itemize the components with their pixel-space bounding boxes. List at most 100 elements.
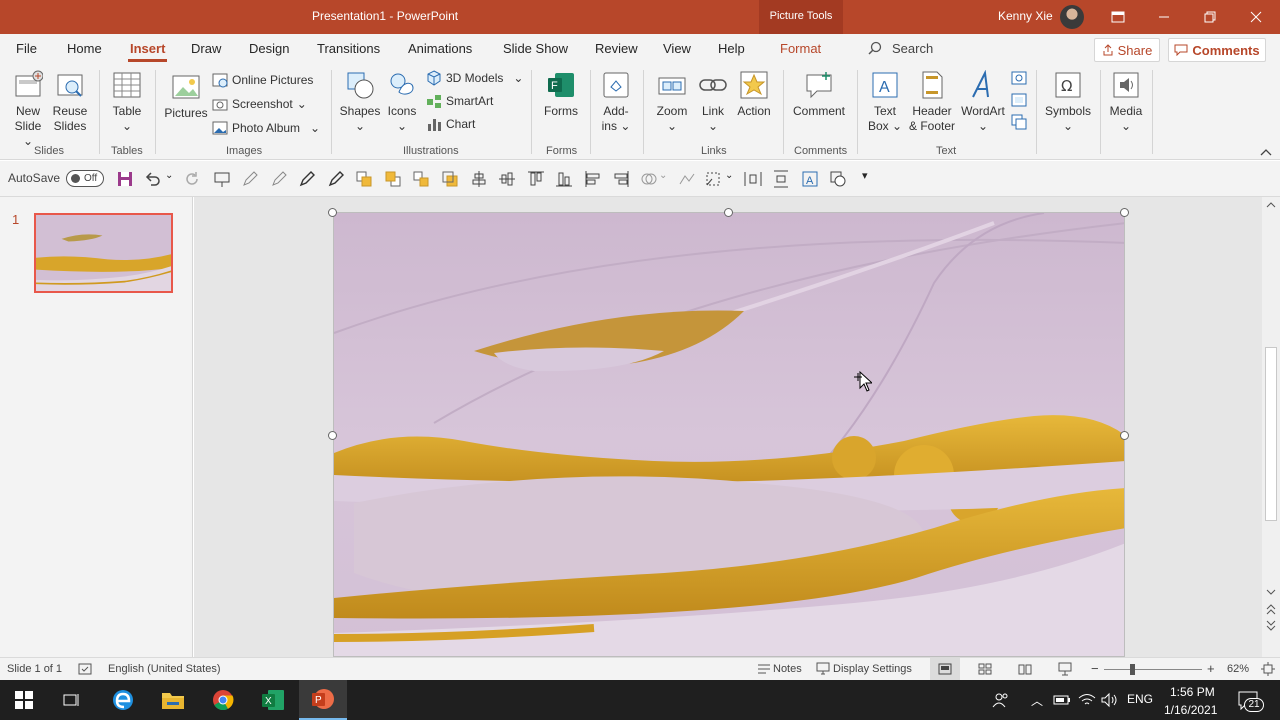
align-top-icon[interactable] — [527, 170, 545, 188]
icons-button[interactable]: Icons ⌄ — [385, 70, 419, 134]
symbols-button[interactable]: Ω Symbols ⌄ — [1042, 70, 1094, 134]
clock-date[interactable]: 1/16/2021 — [1164, 703, 1217, 717]
wifi-icon[interactable] — [1078, 692, 1096, 708]
comments-button[interactable]: Comments — [1168, 38, 1266, 62]
zoom-level[interactable]: 62% — [1227, 663, 1249, 675]
tab-design[interactable]: Design — [249, 41, 289, 56]
task-view-button[interactable] — [48, 680, 96, 720]
restore-button[interactable] — [1187, 0, 1233, 34]
merge-shapes-icon[interactable] — [640, 170, 658, 188]
tab-review[interactable]: Review — [595, 41, 638, 56]
resize-handle-top[interactable] — [724, 208, 733, 217]
zoom-in-icon[interactable]: + — [1207, 661, 1215, 676]
pictures-button[interactable]: Pictures — [164, 72, 208, 121]
group-objects-icon[interactable] — [412, 170, 430, 188]
resize-handle-top-right[interactable] — [1120, 208, 1129, 217]
next-slide-icon[interactable] — [1266, 620, 1276, 632]
slide-sorter-icon[interactable] — [978, 663, 992, 675]
tab-view[interactable]: View — [663, 41, 691, 56]
chevron-down-icon[interactable]: ⌄ — [725, 170, 733, 181]
taskbar-excel[interactable]: X — [249, 680, 297, 720]
scroll-down-icon[interactable] — [1266, 588, 1276, 596]
notes-icon[interactable] — [757, 663, 771, 675]
clock-time[interactable]: 1:56 PM — [1170, 685, 1215, 699]
undo-icon[interactable] — [144, 170, 162, 188]
pencil-icon[interactable] — [270, 170, 288, 188]
insert-textbox-icon[interactable]: A — [801, 170, 819, 188]
new-slide-button[interactable]: New Slide ⌄ — [8, 70, 48, 149]
language-indicator[interactable]: English (United States) — [108, 663, 221, 675]
slide-number-icon[interactable] — [1011, 92, 1027, 108]
taskbar-file-explorer[interactable] — [149, 680, 197, 720]
tab-transitions[interactable]: Transitions — [317, 41, 380, 56]
scroll-up-icon[interactable] — [1266, 201, 1276, 209]
autosave-toggle[interactable]: Off — [66, 170, 104, 187]
taskbar-powerpoint[interactable]: P — [299, 680, 347, 720]
people-icon[interactable] — [992, 691, 1010, 709]
input-language[interactable]: ENG — [1127, 692, 1153, 706]
search-box[interactable]: Search — [868, 41, 933, 56]
accessibility-check-icon[interactable] — [78, 662, 92, 676]
forms-button[interactable]: F Forms — [540, 70, 582, 119]
taskbar-chrome[interactable] — [199, 680, 247, 720]
previous-slide-icon[interactable] — [1266, 604, 1276, 616]
action-button[interactable]: Action — [734, 70, 774, 119]
ribbon-display-options-icon[interactable] — [1095, 0, 1141, 34]
send-backward-icon[interactable] — [384, 170, 402, 188]
vertical-scrollbar[interactable] — [1262, 197, 1280, 657]
tab-file[interactable]: File — [16, 41, 37, 56]
pen-icon[interactable] — [241, 170, 259, 188]
reading-view-icon[interactable] — [1018, 663, 1032, 675]
photo-album-button[interactable]: Photo Album ⌄ — [212, 120, 320, 136]
tab-slide-show[interactable]: Slide Show — [503, 41, 568, 56]
highlighter-icon[interactable] — [298, 170, 316, 188]
crop-icon[interactable] — [704, 170, 722, 188]
online-pictures-button[interactable]: Online Pictures — [212, 72, 313, 88]
taskbar-edge[interactable] — [99, 680, 147, 720]
minimize-button[interactable] — [1141, 0, 1187, 34]
resize-handle-right[interactable] — [1120, 431, 1129, 440]
scroll-thumb[interactable] — [1265, 347, 1277, 521]
customize-toolbar-icon[interactable]: ▾ — [862, 169, 868, 182]
tab-draw[interactable]: Draw — [191, 41, 221, 56]
reuse-slides-button[interactable]: Reuse Slides — [52, 70, 88, 134]
distribute-vertical-icon[interactable] — [772, 170, 790, 188]
text-box-button[interactable]: A Text Box ⌄ — [864, 70, 906, 134]
volume-icon[interactable] — [1100, 692, 1118, 708]
tab-home[interactable]: Home — [67, 41, 102, 56]
wordart-button[interactable]: WordArt ⌄ — [958, 70, 1008, 134]
slide-show-view-icon[interactable] — [1058, 662, 1072, 676]
chevron-down-icon[interactable]: ⌄ — [165, 170, 173, 181]
comment-button[interactable]: Comment — [790, 70, 848, 119]
object-icon[interactable] — [1011, 114, 1027, 130]
notes-button[interactable]: Notes — [773, 663, 802, 675]
share-button[interactable]: Share — [1094, 38, 1160, 62]
align-right-icon[interactable] — [612, 170, 630, 188]
zoom-button[interactable]: Zoom ⌄ — [652, 70, 692, 134]
shapes-button[interactable]: Shapes ⌄ — [339, 70, 381, 134]
from-beginning-icon[interactable] — [213, 170, 231, 188]
redo-icon[interactable] — [183, 170, 201, 188]
save-icon[interactable] — [116, 170, 134, 188]
header-footer-button[interactable]: Header & Footer — [906, 70, 958, 134]
tab-insert[interactable]: Insert — [127, 41, 168, 62]
tab-help[interactable]: Help — [718, 41, 745, 56]
screenshot-button[interactable]: Screenshot ⌄ — [212, 96, 307, 112]
align-bottom-icon[interactable] — [555, 170, 573, 188]
battery-icon[interactable] — [1053, 693, 1071, 707]
add-ins-button[interactable]: Add- ins ⌄ — [597, 70, 635, 134]
align-left-icon[interactable] — [584, 170, 602, 188]
normal-view-button[interactable] — [930, 658, 960, 680]
media-button[interactable]: Media ⌄ — [1104, 70, 1148, 134]
3d-models-button[interactable]: 3D Models ⌄ — [426, 70, 523, 86]
collapse-ribbon-icon[interactable] — [1260, 148, 1272, 156]
zoom-out-icon[interactable]: − — [1091, 661, 1099, 676]
smartart-button[interactable]: SmartArt — [426, 93, 493, 109]
align-middle-icon[interactable] — [498, 170, 516, 188]
start-button[interactable] — [0, 680, 48, 720]
show-hidden-icons[interactable]: ︿ — [1031, 692, 1043, 709]
zoom-slider[interactable] — [1104, 669, 1202, 670]
tab-animations[interactable]: Animations — [408, 41, 472, 56]
insert-shape-icon[interactable] — [829, 170, 847, 188]
align-center-icon[interactable] — [470, 170, 488, 188]
